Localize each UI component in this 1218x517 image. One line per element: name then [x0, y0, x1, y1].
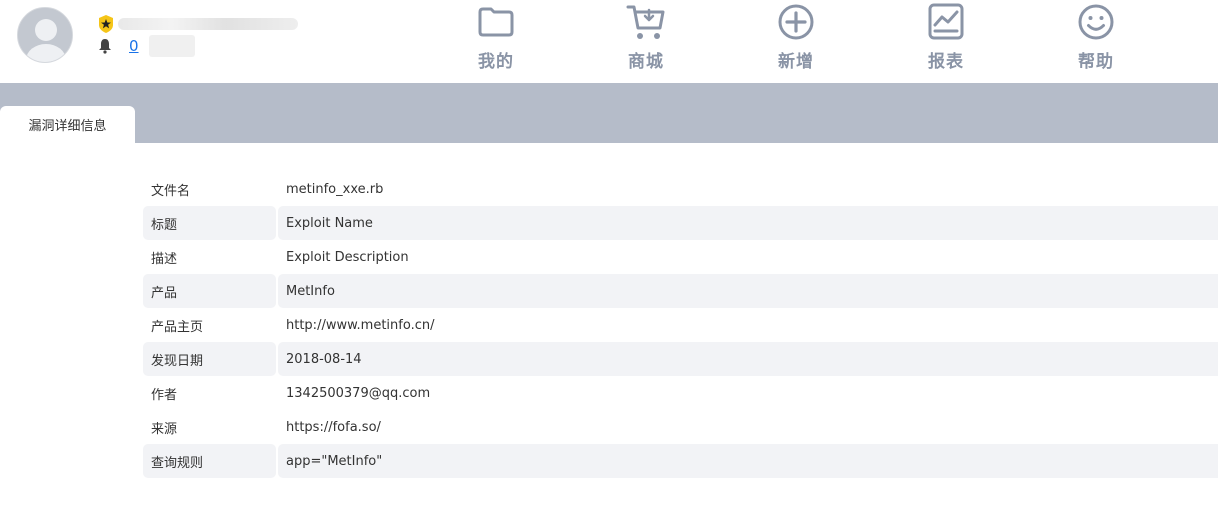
detail-row-filename: 文件名 metinfo_xxe.rb	[143, 172, 1218, 206]
nav-label: 新增	[778, 52, 814, 72]
top-header: 0 我的 商城 新增 报表 帮助	[0, 0, 1218, 83]
tab-vuln-details[interactable]: 漏洞详细信息	[0, 106, 135, 143]
detail-row-description: 描述 Exploit Description	[143, 240, 1218, 274]
vuln-detail-table: 文件名 metinfo_xxe.rb 标题 Exploit Name 描述 Ex…	[143, 172, 1218, 478]
detail-row-source: 来源 https://fofa.so/	[143, 410, 1218, 444]
detail-value: 1342500379@qq.com	[286, 385, 431, 401]
detail-row-title: 标题 Exploit Name	[143, 206, 1218, 240]
smile-icon	[1078, 4, 1114, 40]
detail-row-product: 产品 MetInfo	[143, 274, 1218, 308]
user-avatar-icon[interactable]	[17, 7, 73, 63]
folder-icon	[478, 7, 514, 37]
detail-key: 产品	[143, 274, 276, 308]
detail-value: MetInfo	[278, 274, 1218, 308]
detail-value: metinfo_xxe.rb	[286, 181, 384, 197]
detail-key: 作者	[151, 387, 178, 403]
bell-icon[interactable]	[97, 38, 113, 54]
username-blurred	[118, 18, 298, 30]
blurred-info	[148, 35, 195, 57]
nav-label: 商城	[628, 52, 664, 72]
detail-row-author: 作者 1342500379@qq.com	[143, 376, 1218, 410]
detail-value: http://www.metinfo.cn/	[286, 317, 435, 333]
detail-key: 产品主页	[151, 319, 204, 335]
detail-value: https://fofa.so/	[286, 419, 381, 435]
notification-count[interactable]: 0	[129, 37, 139, 55]
detail-row-query-rule: 查询规则 app="MetInfo"	[143, 444, 1218, 478]
detail-value: 2018-08-14	[278, 342, 1218, 376]
cart-icon	[626, 5, 665, 39]
detail-row-discovery-date: 发现日期 2018-08-14	[143, 342, 1218, 376]
nav-label: 报表	[928, 52, 964, 72]
detail-key: 描述	[151, 251, 178, 267]
nav-label: 帮助	[1078, 52, 1114, 72]
star-shield-icon	[99, 15, 113, 33]
detail-key: 发现日期	[143, 342, 276, 376]
nav-item-mine[interactable]: 我的	[441, 0, 551, 83]
detail-key: 来源	[151, 421, 178, 437]
tab-strip: 漏洞详细信息	[0, 83, 1218, 143]
nav-item-add[interactable]: 新增	[741, 0, 851, 83]
user-name-row	[98, 14, 298, 34]
detail-value: Exploit Description	[286, 249, 409, 265]
detail-key: 标题	[143, 206, 276, 240]
chart-icon	[928, 3, 964, 40]
detail-key: 文件名	[151, 183, 191, 199]
detail-value: Exploit Name	[278, 206, 1218, 240]
detail-row-homepage: 产品主页 http://www.metinfo.cn/	[143, 308, 1218, 342]
nav-item-shop[interactable]: 商城	[591, 0, 701, 83]
nav-label: 我的	[478, 52, 514, 72]
plus-circle-icon	[778, 4, 814, 40]
detail-key: 查询规则	[143, 444, 276, 478]
detail-value: app="MetInfo"	[278, 444, 1218, 478]
nav-item-help[interactable]: 帮助	[1041, 0, 1151, 83]
notification-row: 0	[97, 35, 195, 57]
nav-item-report[interactable]: 报表	[891, 0, 1001, 83]
